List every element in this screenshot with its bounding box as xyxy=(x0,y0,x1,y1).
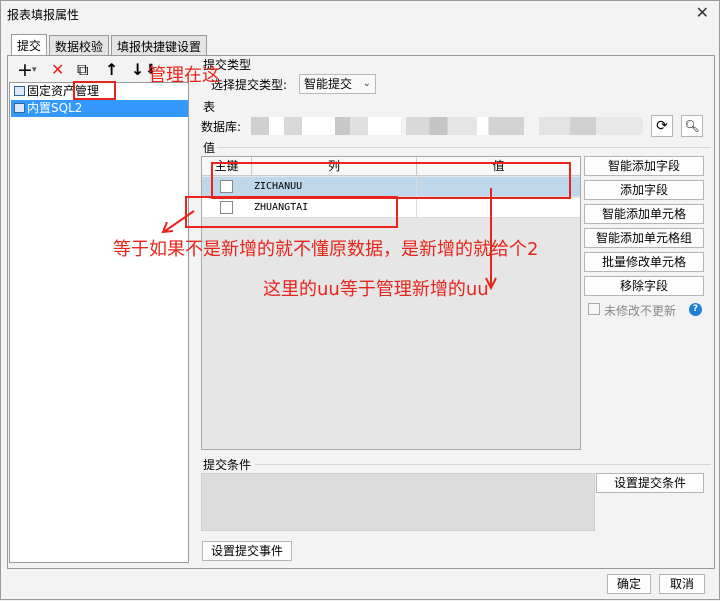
annotation-arrows xyxy=(161,188,497,291)
arrow-row-line xyxy=(164,210,195,232)
dialog-window: 报表填报属性 ✕ 提交 数据校验 填报快捷键设置 + ▾ ✕ ⧉ ↑ ↓ ⬇ 固… xyxy=(0,0,720,600)
